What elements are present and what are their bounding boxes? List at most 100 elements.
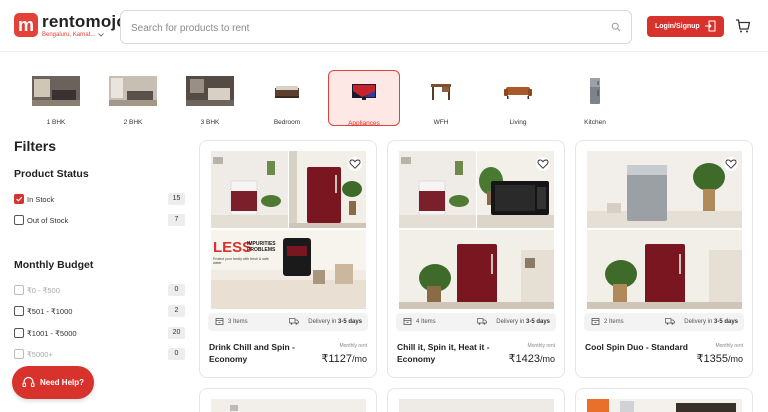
logo-mark: m [14,13,38,37]
category-living[interactable]: Living [482,70,554,126]
filter-out-of-stock[interactable]: Out of Stock 7 [14,213,185,227]
truck-icon [477,318,487,325]
filter-count: 0 [168,284,185,296]
washing-machine-image [211,151,288,228]
filter-label: In Stock [27,194,55,204]
delivery-time: Delivery in 3-5 days [496,319,550,325]
wishlist-button[interactable] [536,157,550,171]
need-help-label: Need Help? [40,378,85,387]
filter-count: 7 [168,214,185,226]
product-card[interactable]: 2 Items Delivery in 3-5 days Cool Spin D… [575,140,753,378]
heart-icon [349,159,361,169]
cart-icon[interactable] [735,18,751,34]
filter-label: ₹1001 - ₹5000 [27,328,77,338]
truck-icon [665,318,675,325]
sofa-thumbnail [504,87,532,99]
product-card[interactable] [387,388,565,412]
product-image-grid [587,151,742,309]
filters-title: Filters [14,138,57,154]
need-help-button[interactable]: Need Help? [12,366,94,399]
product-card[interactable]: 4 Items Delivery in 3-5 days Chill it, S… [387,140,565,378]
product-meta-bar: 4 Items Delivery in 3-5 days [396,313,556,331]
city-label: Bengaluru, Karnat... [42,32,96,38]
search-icon[interactable] [611,22,621,32]
category-bedroom[interactable]: Bedroom [251,70,323,126]
checkbox[interactable] [14,285,24,295]
heart-icon [537,159,549,169]
monthly-rent-label: Monthly rent [339,343,367,349]
delivery-time: Delivery in 3-5 days [684,319,738,325]
category-3bhk[interactable]: 3 BHK [174,70,246,126]
category-kitchen[interactable]: Kitchen [559,70,631,126]
category-appliances[interactable]: Appliances [328,70,400,127]
fridge-thumbnail [590,78,600,104]
heart-icon [725,159,737,169]
filter-budget-1001-5000[interactable]: ₹1001 - ₹5000 20 [14,326,185,340]
city-selector[interactable]: Bengaluru, Karnat... [42,32,127,38]
headset-icon [22,376,35,387]
box-icon [403,318,412,325]
checkbox[interactable] [14,328,24,338]
checkbox[interactable] [14,349,24,359]
product-card[interactable]: LESS IMPURITIES PROBLEMS Protect your fa… [199,140,377,378]
filter-count: 2 [168,305,185,317]
product-status-title: Product Status [14,168,89,180]
checkbox[interactable] [14,215,24,225]
product-name[interactable]: Drink Chill and Spin - Economy [209,341,309,365]
item-count: 2 Items [604,319,624,325]
delivery-time: Delivery in 3-5 days [308,319,362,325]
box-icon [215,318,224,325]
filter-label: ₹0 - ₹500 [27,285,60,295]
login-icon [705,20,716,32]
banner-subheadline: IMPURITIES PROBLEMS [247,241,276,253]
item-count: 4 Items [416,319,436,325]
logo[interactable]: m rentomojo Bengaluru, Karnat... [14,13,127,38]
monthly-budget-title: Monthly Budget [14,259,94,271]
washing-machine-image [399,151,476,228]
filter-budget-0-500[interactable]: ₹0 - ₹500 0 [14,283,185,297]
1bhk-thumbnail [32,76,80,106]
product-price: ₹1423/mo [508,353,556,365]
product-price: ₹1127/mo [321,353,367,365]
filter-label: ₹5000+ [27,349,53,359]
checkbox[interactable] [14,306,24,316]
product-price: ₹1355/mo [696,353,744,365]
banner-caption: Protect your family with fresh & safe wa… [213,257,269,265]
filter-budget-501-1000[interactable]: ₹501 - ₹1000 2 [14,304,185,318]
product-image [211,399,366,412]
top-load-washer-image [587,151,742,228]
category-2bhk[interactable]: 2 BHK [97,70,169,126]
category-1bhk[interactable]: 1 BHK [20,70,92,126]
refrigerator-image [399,230,554,309]
desk-thumbnail [431,84,451,100]
login-signup-button[interactable]: Login/Signup [647,16,724,37]
category-bar: 1 BHK 2 BHK 3 BHK Bedroom Appliances WFH… [0,66,768,128]
category-wfh[interactable]: WFH [405,70,477,126]
refrigerator-image [587,230,742,309]
product-image [399,399,554,412]
product-meta-bar: 2 Items Delivery in 3-5 days [584,313,744,331]
product-image-grid: LESS IMPURITIES PROBLEMS Protect your fa… [211,151,366,309]
item-count: 3 Items [228,319,248,325]
checkbox-checked[interactable] [14,194,24,204]
monthly-rent-label: Monthly rent [527,343,555,349]
filter-in-stock[interactable]: In Stock 15 [14,192,185,206]
2bhk-thumbnail [109,76,157,106]
product-image-grid [399,151,554,309]
wishlist-button[interactable] [724,157,738,171]
product-name[interactable]: Chill it, Spin it, Heat it - Economy [397,341,497,365]
search-bar[interactable] [120,10,632,44]
login-signup-label: Login/Signup [655,23,700,30]
product-card[interactable] [575,388,753,412]
wishlist-button[interactable] [348,157,362,171]
product-card[interactable] [199,388,377,412]
product-image [587,399,742,412]
filter-budget-5000-plus[interactable]: ₹5000+ 0 [14,347,185,361]
filter-count: 0 [168,348,185,360]
product-meta-bar: 3 Items Delivery in 3-5 days [208,313,368,331]
filter-count: 15 [168,193,185,205]
box-icon [591,318,600,325]
product-name[interactable]: Cool Spin Duo - Standard [585,341,705,353]
checkmark-icon [16,196,23,202]
search-input[interactable] [131,19,591,37]
